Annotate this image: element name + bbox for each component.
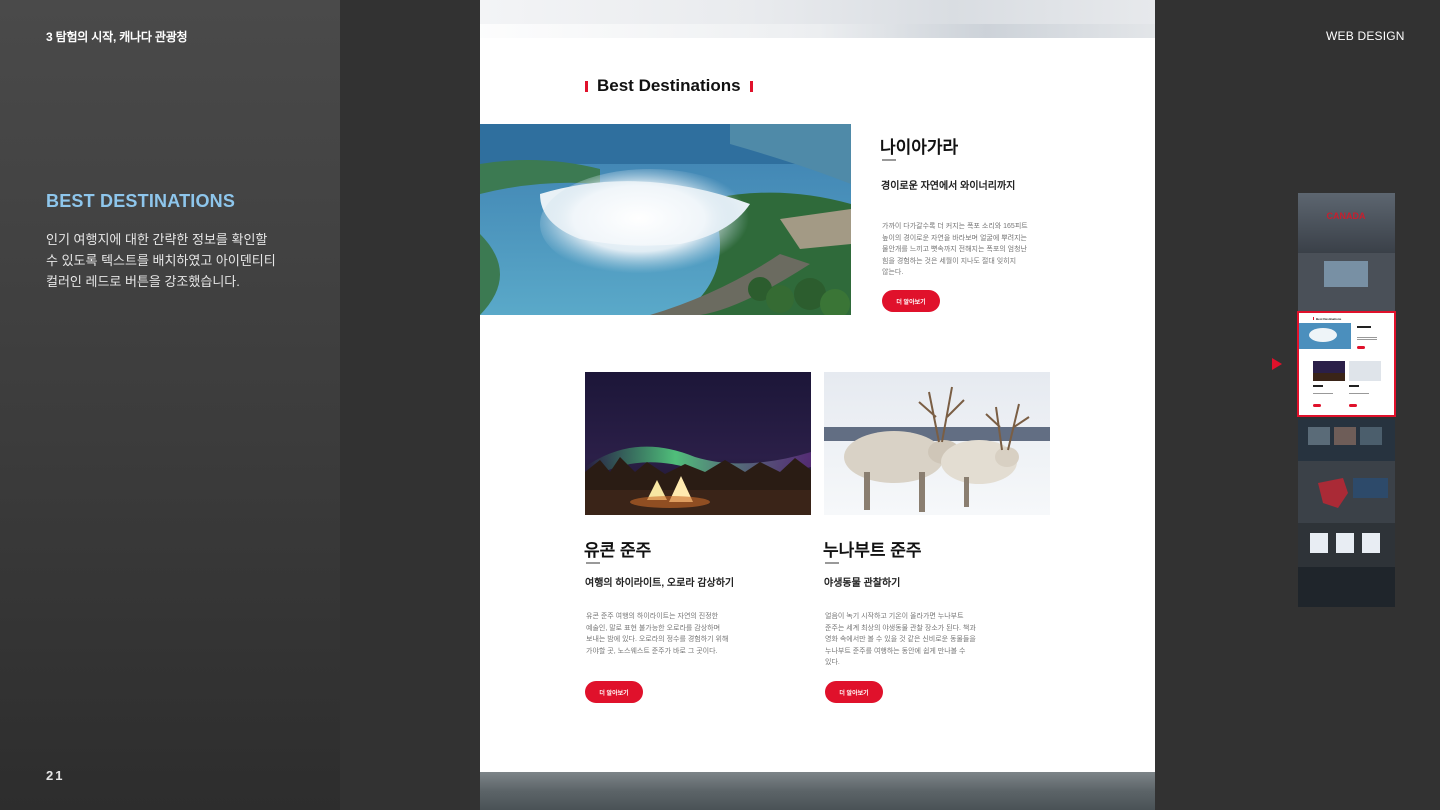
- thumbnail-section-title: Best Destinations: [1316, 317, 1342, 321]
- best-destinations-title-text: Best Destinations: [597, 76, 741, 95]
- section-description: 인기 여행지에 대한 간략한 정보를 확인할 수 있도록 텍스트를 배치하였고 …: [46, 232, 276, 289]
- web-design-label: WEB DESIGN: [1326, 29, 1405, 43]
- nunavut-title-rule: [825, 562, 839, 564]
- yukon-more-button[interactable]: 더 알아보기: [585, 681, 643, 703]
- left-info-panel: 3 탐험의 시작, 캐나다 관광청 BEST DESTINATIONS 인기 여…: [0, 0, 340, 810]
- page-number: 21: [46, 768, 65, 783]
- yukon-subtitle: 여행의 하이라이트, 오로라 감상하기: [585, 578, 735, 589]
- title-bar-right: [749, 80, 753, 92]
- niagara-more-button[interactable]: 더 알아보기: [882, 290, 940, 312]
- yukon-aurora-image: [585, 372, 811, 515]
- nunavut-more-button[interactable]: 더 알아보기: [825, 681, 883, 703]
- previous-section-strip: [480, 0, 1155, 38]
- best-destinations-title: Best Destinations: [585, 76, 762, 96]
- niagara-subtitle: 경이로운 자연에서 와이너리까지: [881, 181, 1016, 192]
- title-bar-left: [585, 80, 588, 92]
- thumbnail-canada-title: CANADA: [1327, 211, 1366, 221]
- current-section-arrow-icon: [1272, 358, 1282, 370]
- nunavut-reindeer-image: [824, 372, 1050, 515]
- nunavut-subtitle: 야생동물 관찰하기: [824, 578, 901, 589]
- next-section-strip: [480, 772, 1155, 810]
- web-page-mockup: Best Destinations 나이아가라 경이로운 자연에서 와이너리까지…: [480, 0, 1155, 810]
- nunavut-description: 얼음이 녹기 시작하고 기온이 올라가면 누나부트 준주는 세계 최상의 야생동…: [825, 613, 976, 666]
- niagara-title-rule: [882, 159, 896, 161]
- yukon-title-rule: [586, 562, 600, 564]
- niagara-title: 나이아가라: [880, 138, 959, 157]
- project-title: 3 탐험의 시작, 캐나다 관광청: [46, 30, 188, 44]
- niagara-falls-image: [480, 124, 851, 315]
- yukon-title: 유콘 준주: [584, 541, 652, 560]
- current-section-thumbnail[interactable]: Best Destinations: [1297, 311, 1396, 417]
- yukon-description: 유콘 준주 여행의 하이라이트는 자연의 진정한 예술인, 말로 표현 불가능한…: [586, 613, 729, 655]
- niagara-description: 가까이 다가갈수록 더 커지는 폭포 소리와 165피트 높이의 경이로운 자연…: [882, 223, 1028, 276]
- nunavut-title: 누나부트 준주: [823, 541, 922, 560]
- section-heading: BEST DESTINATIONS: [46, 191, 236, 211]
